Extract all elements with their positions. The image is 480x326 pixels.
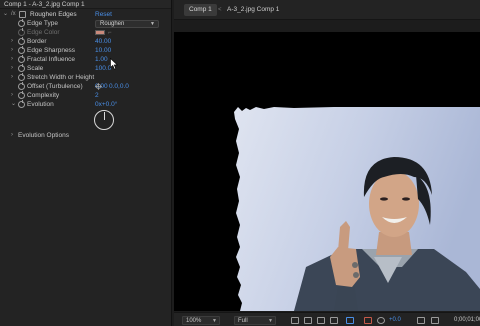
viewer-header: Comp 1 < A-3_2.jpg Comp 1 — [174, 0, 480, 20]
property-fractal-influence: › Fractal Influence 1.00 — [0, 55, 172, 64]
layer-photo — [234, 107, 480, 311]
stopwatch-icon[interactable] — [18, 55, 25, 63]
property-value[interactable]: 1.00 — [95, 55, 108, 64]
twirl-right-icon[interactable]: › — [11, 91, 13, 100]
chevron-down-icon: ▼ — [268, 318, 273, 324]
property-label: Edge Type — [27, 20, 58, 27]
stopwatch-icon[interactable] — [18, 46, 25, 54]
breadcrumb[interactable]: A-3_2.jpg Comp 1 — [227, 4, 279, 16]
property-label: Edge Color — [27, 29, 60, 36]
twirl-right-icon[interactable]: › — [11, 131, 13, 140]
twirl-right-icon[interactable]: › — [11, 64, 13, 73]
dial-hand — [103, 112, 105, 120]
color-management-icon[interactable] — [346, 317, 354, 324]
twirl-down-icon[interactable]: ⌄ — [3, 10, 8, 19]
show-snapshot-icon[interactable] — [431, 317, 439, 324]
property-value[interactable]: 0.0,0.0 — [109, 82, 129, 91]
group-evolution-options[interactable]: › Evolution Options — [0, 131, 172, 140]
property-value[interactable]: 0x+0.0° — [95, 100, 117, 109]
property-value[interactable]: 40.00 — [95, 37, 111, 46]
camera-snapshot-icon[interactable] — [417, 317, 425, 324]
stopwatch-icon[interactable] — [18, 37, 25, 45]
transparency-grid-icon[interactable] — [304, 317, 312, 324]
property-value[interactable]: 10.00 — [95, 46, 111, 55]
chevron-down-icon: ▼ — [212, 318, 217, 324]
fx-toggle-icon[interactable]: /x — [11, 10, 16, 19]
property-value[interactable]: 100.0 — [95, 64, 111, 73]
group-label: Evolution Options — [18, 132, 69, 139]
stopwatch-icon[interactable] — [18, 19, 25, 27]
adjust-exposure-icon[interactable] — [377, 317, 385, 324]
twirl-right-icon[interactable]: › — [11, 46, 13, 55]
twirl-right-icon[interactable]: › — [11, 73, 13, 82]
property-stretch-width-or-height: › Stretch Width or Height 0.00 — [0, 73, 172, 90]
property-label: Complexity — [27, 92, 60, 99]
property-edge-type: Edge Type Roughen ▼ — [0, 19, 172, 28]
property-edge-sharpness: › Edge Sharpness 10.00 — [0, 46, 172, 55]
property-label: Border — [27, 38, 47, 45]
channel-icon[interactable] — [364, 317, 372, 324]
mask-visibility-icon[interactable] — [317, 317, 325, 324]
effect-icon — [19, 11, 26, 18]
dropdown-value: Roughen — [100, 21, 125, 27]
property-label: Evolution — [27, 101, 54, 108]
resolution-value: Full — [238, 318, 248, 324]
twirl-down-icon[interactable]: ⌄ — [11, 100, 16, 109]
stopwatch-icon[interactable] — [18, 100, 25, 108]
property-evolution: ⌄ Evolution 0x+0.0° — [0, 100, 172, 109]
stopwatch-icon[interactable] — [18, 73, 25, 81]
current-time-display[interactable]: 0;00;01;00 — [454, 316, 480, 325]
property-border: › Border 40.00 — [0, 37, 172, 46]
viewer-footer: 100% ▼ Full ▼ +0.0 0;00;01;00 — [174, 312, 480, 326]
chevron-down-icon: ▼ — [150, 21, 155, 27]
property-scale: › Scale 100.0 — [0, 64, 172, 73]
property-label: Scale — [27, 65, 44, 72]
property-label: Stretch Width or Height — [27, 74, 95, 81]
crosshair-icon[interactable] — [95, 83, 102, 90]
resolution-dropdown[interactable]: Full ▼ — [234, 316, 276, 325]
panel-title: Comp 1 - A-3_2.jpg Comp 1 — [0, 0, 171, 9]
property-offset-turbulence: Offset (Turbulence) 0.0,0.0 — [0, 82, 172, 91]
twirl-right-icon[interactable]: › — [11, 55, 13, 64]
composition-canvas[interactable] — [174, 32, 480, 311]
property-label: Fractal Influence — [27, 56, 76, 63]
exposure-value[interactable]: +0.0 — [389, 316, 401, 325]
magnification-dropdown[interactable]: 100% ▼ — [182, 316, 220, 325]
property-label: Offset (Turbulence) — [27, 83, 83, 90]
tab-comp-1[interactable]: Comp 1 — [184, 4, 217, 16]
composition-viewer: Comp 1 < A-3_2.jpg Comp 1 100% ▼ Full ▼ … — [174, 0, 480, 326]
stopwatch-icon[interactable] — [18, 91, 25, 99]
stopwatch-icon[interactable] — [18, 64, 25, 72]
evolution-angle-dial[interactable] — [94, 110, 114, 130]
color-swatch[interactable] — [95, 30, 105, 35]
reset-link[interactable]: Reset — [95, 10, 112, 19]
stopwatch-icon[interactable] — [18, 82, 25, 90]
mouse-cursor-icon — [110, 58, 118, 70]
effect-header-roughen-edges[interactable]: ⌄ /x Roughen Edges Reset — [0, 10, 172, 19]
region-of-interest-icon[interactable] — [291, 317, 299, 324]
effect-controls-panel: Comp 1 - A-3_2.jpg Comp 1 ⌄ /x Roughen E… — [0, 0, 172, 326]
stopwatch-icon[interactable] — [18, 28, 25, 36]
grid-guides-icon[interactable] — [330, 317, 338, 324]
property-value[interactable]: 2 — [95, 91, 99, 100]
effect-name: Roughen Edges — [30, 11, 77, 18]
property-complexity: › Complexity 2 — [0, 91, 172, 100]
zoom-value: 100% — [186, 318, 202, 324]
edge-type-dropdown[interactable]: Roughen ▼ — [95, 20, 159, 28]
property-edge-color: Edge Color ⌐ — [0, 28, 172, 37]
twirl-right-icon[interactable]: › — [11, 37, 13, 46]
breadcrumb-arrow-icon: < — [218, 7, 222, 13]
property-label: Edge Sharpness — [27, 47, 76, 54]
